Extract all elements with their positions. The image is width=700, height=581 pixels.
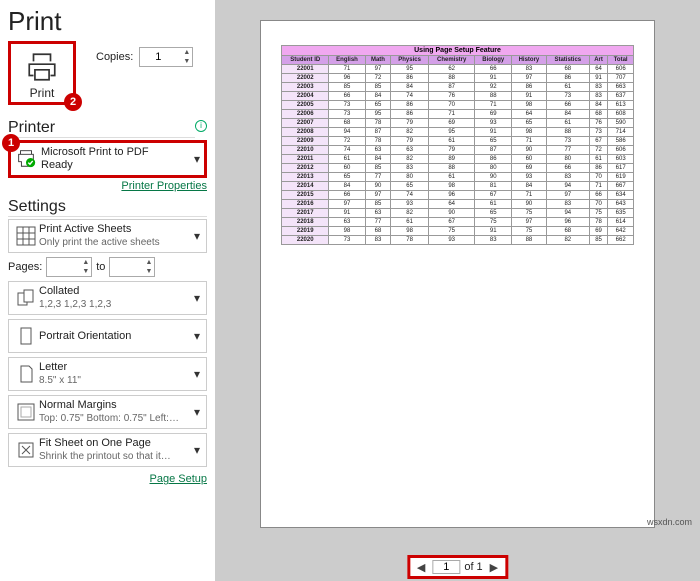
- table-row: 220057365867071986684613: [282, 101, 634, 110]
- chevron-down-icon[interactable]: ▾: [192, 367, 202, 381]
- page-title: Print: [8, 6, 207, 37]
- grid-icon: [13, 226, 39, 246]
- table-row: 220017197956266836864606: [282, 65, 634, 74]
- pages-to-input[interactable]: [110, 261, 146, 273]
- table-row: 220116184828986608061603: [282, 155, 634, 164]
- table-row: 220038585848792866183663: [282, 83, 634, 92]
- preview-table: Using Page Setup Feature Student IDEngli…: [281, 45, 634, 245]
- copies-label: Copies:: [96, 51, 133, 63]
- table-row: 220029672868891978691707: [282, 74, 634, 83]
- page-number-input[interactable]: [432, 560, 460, 574]
- copies-input[interactable]: [140, 51, 176, 63]
- printer-icon: [25, 50, 59, 84]
- next-page-icon[interactable]: ▶: [487, 561, 501, 574]
- pages-to-stepper[interactable]: ▲▼: [109, 257, 155, 277]
- table-header: Math: [365, 56, 391, 65]
- chevron-down-icon[interactable]: ▼: [82, 268, 89, 275]
- option-sub: Shrink the printout so that it…: [39, 451, 192, 464]
- table-row: 220179163829065759475635: [282, 209, 634, 218]
- chevron-down-icon[interactable]: ▾: [194, 152, 200, 166]
- table-row: 220199868987591756869642: [282, 227, 634, 236]
- settings-section-title: Settings: [8, 198, 207, 217]
- table-row: 220186377616775979678614: [282, 218, 634, 227]
- print-button-label: Print: [30, 86, 55, 100]
- page-of-label: of 1: [464, 561, 482, 573]
- pages-to-label: to: [96, 261, 105, 273]
- table-header: Student ID: [282, 56, 329, 65]
- print-sheets-select[interactable]: Print Active SheetsOnly print the active…: [8, 219, 207, 253]
- table-header: Biology: [475, 56, 512, 65]
- table-row: 220097278796165717367586: [282, 137, 634, 146]
- annotation-badge-2: 2: [64, 93, 82, 111]
- table-header: History: [512, 56, 547, 65]
- page-icon: [13, 364, 39, 384]
- scaling-select[interactable]: Fit Sheet on One PageShrink the printout…: [8, 433, 207, 467]
- chevron-up-icon[interactable]: ▲: [82, 259, 89, 266]
- chevron-up-icon[interactable]: ▲: [146, 259, 153, 266]
- table-row: 220136577806190938370619: [282, 173, 634, 182]
- printer-section-title: Printer: [8, 119, 195, 138]
- printer-properties-link[interactable]: Printer Properties: [8, 180, 207, 192]
- chevron-down-icon[interactable]: ▾: [192, 405, 202, 419]
- chevron-down-icon[interactable]: ▼: [183, 58, 190, 65]
- watermark: wsxdn.com: [647, 517, 692, 527]
- chevron-down-icon[interactable]: ▾: [192, 229, 202, 243]
- table-header: Art: [589, 56, 608, 65]
- table-row: 220148490659881849471667: [282, 182, 634, 191]
- table-row: 220046684747688917383637: [282, 92, 634, 101]
- table-header: Statistics: [546, 56, 589, 65]
- option-sub: 8.5" x 11": [39, 375, 192, 388]
- pages-from-stepper[interactable]: ▲▼: [46, 257, 92, 277]
- chevron-down-icon[interactable]: ▾: [192, 329, 202, 343]
- prev-page-icon[interactable]: ◀: [414, 561, 428, 574]
- option-label: Print Active Sheets: [39, 223, 192, 237]
- option-label: Portrait Orientation: [39, 330, 192, 344]
- fit-icon: [13, 440, 39, 460]
- table-row: 220126085838880696686617: [282, 164, 634, 173]
- printer-status: Ready: [41, 159, 194, 172]
- chevron-down-icon[interactable]: ▼: [146, 268, 153, 275]
- margins-select[interactable]: Normal MarginsTop: 0.75" Bottom: 0.75" L…: [8, 395, 207, 429]
- table-header: Total: [608, 56, 634, 65]
- table-header: English: [329, 56, 365, 65]
- option-sub: Only print the active sheets: [39, 237, 192, 250]
- chevron-up-icon[interactable]: ▲: [183, 49, 190, 56]
- chevron-down-icon[interactable]: ▾: [192, 291, 202, 305]
- printer-name: Microsoft Print to PDF: [41, 146, 194, 159]
- printer-status-icon: [15, 147, 41, 172]
- pages-from-input[interactable]: [47, 261, 83, 273]
- table-row: 220156697749667719766634: [282, 191, 634, 200]
- option-label: Normal Margins: [39, 399, 192, 413]
- option-label: Collated: [39, 285, 192, 299]
- table-caption: Using Page Setup Feature: [282, 46, 634, 56]
- option-sub: 1,2,3 1,2,3 1,2,3: [39, 299, 192, 312]
- orientation-select[interactable]: Portrait Orientation ▾: [8, 319, 207, 353]
- page-navigator[interactable]: ◀ of 1 ▶: [407, 555, 508, 579]
- collated-select[interactable]: Collated1,2,3 1,2,3 1,2,3 ▾: [8, 281, 207, 315]
- collate-icon: [13, 288, 39, 308]
- option-label: Fit Sheet on One Page: [39, 437, 192, 451]
- margins-icon: [13, 402, 39, 422]
- print-button[interactable]: Print 2: [8, 41, 76, 105]
- table-row: 220089487829591988873714: [282, 128, 634, 137]
- table-row: 220169785936461908370643: [282, 200, 634, 209]
- table-row: 220076878796993656176590: [282, 119, 634, 128]
- paper-size-select[interactable]: Letter8.5" x 11" ▾: [8, 357, 207, 391]
- page-setup-link[interactable]: Page Setup: [8, 473, 207, 485]
- printer-select[interactable]: 1 Microsoft Print to PDF Ready ▾: [8, 140, 207, 178]
- table-row: 220107463637987907772606: [282, 146, 634, 155]
- table-row: 220067395867169648468608: [282, 110, 634, 119]
- table-header: Chemistry: [428, 56, 475, 65]
- table-row: 220207383789383888285662: [282, 236, 634, 245]
- pages-label: Pages:: [8, 261, 42, 273]
- info-icon[interactable]: i: [195, 120, 207, 132]
- table-header: Physics: [391, 56, 429, 65]
- option-label: Letter: [39, 361, 192, 375]
- print-preview: Using Page Setup Feature Student IDEngli…: [260, 20, 655, 528]
- option-sub: Top: 0.75" Bottom: 0.75" Left:…: [39, 413, 192, 426]
- copies-stepper[interactable]: ▲ ▼: [139, 47, 193, 67]
- chevron-down-icon[interactable]: ▾: [192, 443, 202, 457]
- portrait-icon: [13, 326, 39, 346]
